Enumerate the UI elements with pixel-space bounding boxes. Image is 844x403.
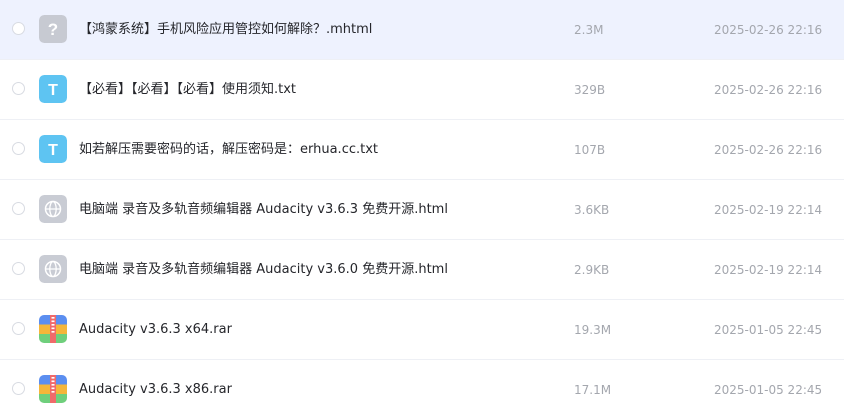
file-date: 2025-01-05 22:45 (714, 323, 823, 337)
row-checkbox[interactable] (12, 82, 25, 95)
file-name[interactable]: 电脑端 录音及多轨音频编辑器 Audacity v3.6.3 免费开源.html (79, 201, 448, 219)
file-name[interactable]: 【鸿蒙系统】手机风险应用管控如何解除？.mhtml (79, 21, 372, 39)
row-checkbox[interactable] (12, 202, 25, 215)
row-checkbox[interactable] (12, 142, 25, 155)
file-name[interactable]: 电脑端 录音及多轨音频编辑器 Audacity v3.6.0 免费开源.html (79, 261, 448, 279)
file-size: 107B (574, 143, 606, 157)
file-date: 2025-02-26 22:16 (714, 143, 823, 157)
file-date: 2025-02-19 22:14 (714, 203, 823, 217)
file-date: 2025-01-05 22:45 (714, 383, 823, 397)
archive-file-icon (39, 375, 67, 403)
file-size: 19.3M (574, 323, 612, 337)
row-checkbox[interactable] (12, 262, 25, 275)
file-list: ? 【鸿蒙系统】手机风险应用管控如何解除？.mhtml 2.3M 2025-02… (0, 0, 844, 403)
text-file-icon: T (39, 135, 67, 163)
file-row[interactable]: 电脑端 录音及多轨音频编辑器 Audacity v3.6.3 免费开源.html… (0, 180, 844, 240)
file-size: 329B (574, 83, 606, 97)
file-row[interactable]: T 【必看】【必看】【必看】使用须知.txt 329B 2025-02-26 2… (0, 60, 844, 120)
file-date: 2025-02-26 22:16 (714, 23, 823, 37)
row-checkbox[interactable] (12, 382, 25, 395)
file-row[interactable]: Audacity v3.6.3 x86.rar 17.1M 2025-01-05… (0, 360, 844, 403)
file-name[interactable]: 如若解压需要密码的话，解压密码是：erhua.cc.txt (79, 141, 378, 159)
file-size: 2.9KB (574, 263, 610, 277)
file-name[interactable]: 【必看】【必看】【必看】使用须知.txt (79, 81, 296, 99)
file-row[interactable]: T 如若解压需要密码的话，解压密码是：erhua.cc.txt 107B 202… (0, 120, 844, 180)
file-name[interactable]: Audacity v3.6.3 x86.rar (79, 381, 232, 399)
file-row[interactable]: Audacity v3.6.3 x64.rar 19.3M 2025-01-05… (0, 300, 844, 360)
text-glyph: T (48, 82, 58, 99)
unknown-file-icon: ? (39, 15, 67, 43)
file-date: 2025-02-19 22:14 (714, 263, 823, 277)
file-date: 2025-02-26 22:16 (714, 83, 823, 97)
text-file-icon: T (39, 75, 67, 103)
unknown-glyph: ? (48, 20, 58, 39)
archive-file-icon (39, 315, 67, 343)
file-row[interactable]: ? 【鸿蒙系统】手机风险应用管控如何解除？.mhtml 2.3M 2025-02… (0, 0, 844, 60)
file-name[interactable]: Audacity v3.6.3 x64.rar (79, 321, 232, 339)
file-size: 3.6KB (574, 203, 610, 217)
web-file-icon (39, 255, 67, 283)
text-glyph: T (48, 142, 58, 159)
row-checkbox[interactable] (12, 22, 25, 35)
file-row[interactable]: 电脑端 录音及多轨音频编辑器 Audacity v3.6.0 免费开源.html… (0, 240, 844, 300)
row-checkbox[interactable] (12, 322, 25, 335)
file-size: 17.1M (574, 383, 612, 397)
web-file-icon (39, 195, 67, 223)
file-size: 2.3M (574, 23, 604, 37)
